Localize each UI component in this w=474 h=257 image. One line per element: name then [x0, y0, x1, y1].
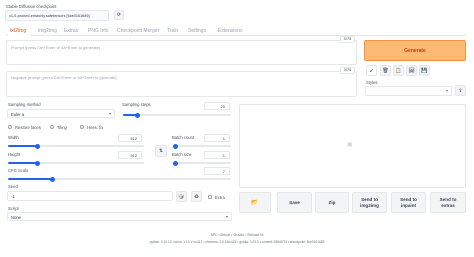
extra-seed-checkbox[interactable] [208, 195, 212, 199]
restore-faces-checkbox[interactable] [8, 125, 12, 129]
tab-settings[interactable]: Settings [188, 28, 206, 34]
chevron-down-icon: ▾ [225, 213, 228, 219]
slider-handle[interactable] [50, 176, 56, 182]
paste-button[interactable]: 📋 [393, 65, 404, 76]
send-to-img2img-button[interactable]: Send to img2img [352, 192, 387, 213]
tab-train[interactable]: Train [167, 28, 178, 34]
image-icon: 🖼 [408, 67, 415, 74]
checkpoint-value: v1-5-pruned-emaonly.safetensors [6ce0161… [9, 13, 90, 18]
trash-icon: 🗑 [382, 67, 389, 74]
refresh-icon: ⟳ [116, 12, 122, 18]
save-button[interactable]: Save [277, 192, 312, 213]
slider-handle[interactable] [173, 143, 178, 149]
width-number[interactable]: 512 [118, 134, 142, 142]
negative-prompt-input[interactable]: Negative prompt (press Ctrl+Enter or Alt… [6, 71, 357, 97]
tab-png-info[interactable]: PNG Info [88, 28, 109, 34]
open-folder-button[interactable]: 📂 [239, 192, 271, 213]
slider-handle[interactable] [173, 160, 178, 166]
cfg-scale-label: CFG Scale [8, 168, 29, 173]
height-number[interactable]: 512 [118, 151, 142, 159]
slider-handle[interactable] [35, 160, 41, 166]
tab-underline [6, 35, 466, 36]
save-icon: 💾 [421, 67, 428, 74]
apply-style-button[interactable]: ⇪ [455, 85, 466, 96]
send-to-extras-button[interactable]: Send to extras [430, 192, 466, 213]
sampling-steps-label: Sampling steps [122, 102, 151, 107]
folder-icon: 📂 [251, 199, 259, 206]
tiling-label: Tiling [57, 124, 67, 130]
styles-select[interactable]: ▾ [365, 86, 452, 96]
cfg-scale-number[interactable]: 7 [204, 167, 230, 175]
random-seed-button[interactable]: 🎲 [176, 191, 187, 202]
batch-size-label: Batch size [172, 152, 192, 157]
script-select[interactable]: None ▾ [7, 212, 232, 221]
generate-button[interactable]: Generate [364, 40, 466, 61]
styles-label: Styles [366, 80, 378, 85]
footer-link-gradio[interactable]: Gradio [233, 233, 244, 237]
sampling-steps-number[interactable]: 20 [204, 102, 230, 110]
cfg-scale-slider[interactable] [8, 176, 231, 182]
footer-link-github[interactable]: Github [220, 233, 231, 237]
prompt-token-counter: 0/75 [340, 36, 355, 43]
tab-img2img[interactable]: img2img [38, 28, 57, 34]
hires-fix-checkbox[interactable] [80, 125, 84, 129]
swap-dimensions-button[interactable]: ⇅ [155, 145, 167, 157]
seed-input[interactable]: -1 [7, 191, 173, 201]
interrupt-button[interactable]: ↙ [366, 65, 377, 76]
batch-count-label: Batch count [172, 135, 195, 140]
recycle-icon: ♻ [194, 193, 199, 200]
reuse-seed-button[interactable]: ♻ [191, 191, 202, 202]
footer-link-api[interactable]: API [211, 233, 217, 237]
hires-fix-label: Hires. fix [87, 124, 104, 130]
batch-size-slider[interactable] [173, 160, 231, 166]
sampling-steps-slider[interactable] [123, 112, 231, 118]
tiling-checkbox[interactable] [50, 125, 54, 129]
prompt-input[interactable]: Prompt (press Ctrl+Enter or Alt+Enter to… [6, 40, 357, 65]
checkpoint-label: Stable Diffusion checkpoint [6, 4, 57, 9]
footer-version-info: python: 3.10.10 • torch: 1.13.1+cu117 • … [149, 240, 325, 244]
tab-extensions[interactable]: Extensions [218, 28, 242, 34]
batch-count-slider[interactable] [173, 143, 231, 149]
extra-seed-label: Extra [215, 194, 225, 200]
negative-prompt-token-counter: 0/75 [340, 67, 355, 74]
zip-button[interactable]: Zip [315, 192, 349, 213]
script-label: Script [8, 206, 19, 211]
sampling-method-select[interactable]: Euler a ▾ [7, 109, 115, 118]
batch-count-number[interactable]: 1 [204, 134, 230, 142]
dice-icon: 🎲 [178, 193, 185, 200]
footer-links: API • Github • Gradio • Reload UI [210, 233, 264, 237]
checkpoint-select[interactable]: v1-5-pruned-emaonly.safetensors [6ce0161… [5, 10, 109, 21]
tab-checkpoint-merger[interactable]: Checkpoint Merger [117, 28, 159, 34]
negative-prompt-placeholder: Negative prompt (press Ctrl+Enter or Alt… [11, 75, 117, 80]
tab-active-indicator [6, 34, 32, 36]
refresh-checkpoint-button[interactable]: ⟳ [114, 10, 124, 20]
batch-size-number[interactable]: 1 [204, 151, 230, 159]
send-to-inpaint-button[interactable]: Send to inpaint [391, 192, 426, 213]
prompt-placeholder: Prompt (press Ctrl+Enter or Alt+Enter to… [11, 45, 101, 50]
extra-networks-button[interactable]: 🖼 [406, 65, 417, 76]
slider-handle[interactable] [134, 112, 140, 118]
width-label: Width [8, 135, 19, 140]
chevron-down-icon: ▾ [108, 110, 111, 116]
clipboard-icon: 📋 [395, 67, 402, 74]
sampling-method-label: Sampling method [8, 102, 41, 107]
slider-handle[interactable] [35, 143, 41, 149]
swap-icon: ⇅ [158, 148, 164, 154]
seed-label: Seed [8, 184, 18, 189]
footer-link-reload-ui[interactable]: Reload UI [248, 233, 264, 237]
arrow-icon: ↙ [369, 67, 374, 74]
clear-prompt-button[interactable]: 🗑 [380, 65, 391, 76]
tab-extras[interactable]: Extras [64, 28, 78, 34]
height-label: Height [8, 152, 21, 157]
output-gallery: ▣ [239, 104, 466, 188]
image-placeholder-icon: ▣ [347, 142, 353, 148]
restore-faces-label: Restore faces [15, 124, 41, 130]
apply-icon: ⇪ [458, 87, 463, 94]
save-style-button[interactable]: 💾 [419, 65, 430, 76]
width-slider[interactable] [8, 143, 144, 149]
chevron-down-icon: ▾ [445, 88, 448, 93]
height-slider[interactable] [8, 160, 144, 166]
